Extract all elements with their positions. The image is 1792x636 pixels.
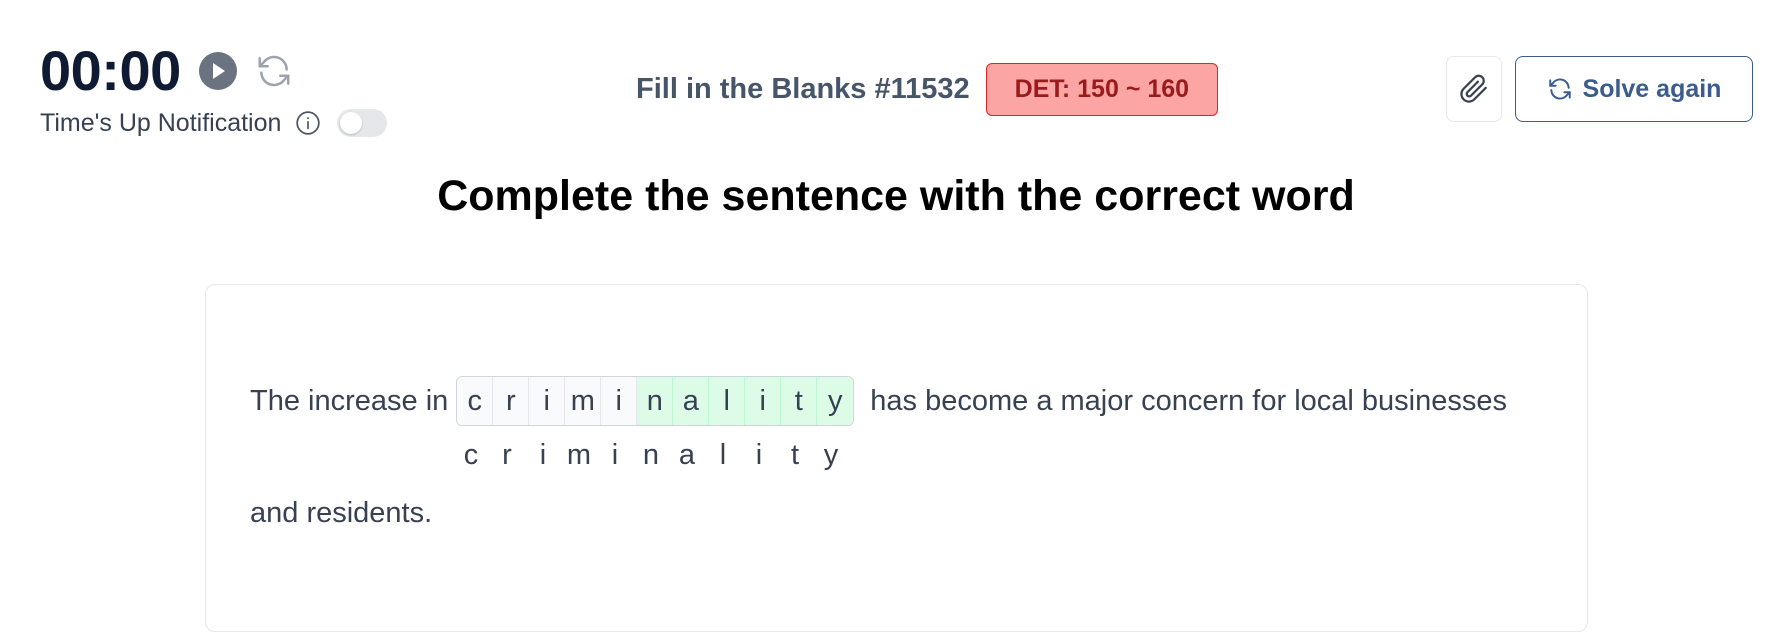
sentence-continuation: and residents. bbox=[250, 497, 433, 529]
sentence-before: The increase in bbox=[250, 384, 449, 417]
given-letter-cell: m bbox=[565, 377, 602, 425]
quiz-title: Fill in the Blanks #11532 bbox=[636, 72, 970, 105]
solve-again-label: Solve again bbox=[1582, 74, 1722, 103]
solve-again-button[interactable]: Solve again bbox=[1515, 56, 1753, 122]
answer-letter: y bbox=[823, 439, 839, 471]
answer-letter: a bbox=[678, 439, 696, 471]
answer-letter-cell[interactable]: n bbox=[637, 377, 674, 425]
answer-letter-cell[interactable]: y bbox=[817, 377, 854, 425]
reset-timer-button[interactable] bbox=[255, 52, 293, 90]
notification-toggle[interactable] bbox=[337, 109, 388, 137]
refresh-icon bbox=[255, 52, 293, 90]
timer-panel: 00:00 Time's Up Notification bbox=[40, 40, 388, 138]
sentence-line: The increase in criminality has become a… bbox=[250, 376, 1507, 426]
refresh-icon bbox=[1547, 76, 1573, 102]
times-up-notification-row: Time's Up Notification bbox=[40, 108, 388, 138]
answer-letter: m bbox=[566, 439, 592, 471]
sentence-after: has become a major concern for local bus… bbox=[870, 384, 1507, 417]
given-letter-cell: i bbox=[601, 377, 638, 425]
correct-answer: criminality bbox=[453, 437, 849, 473]
play-button[interactable] bbox=[198, 52, 237, 90]
paperclip-icon bbox=[1459, 74, 1489, 104]
play-icon bbox=[210, 62, 226, 80]
answer-letter-cell[interactable]: i bbox=[745, 377, 782, 425]
info-icon[interactable] bbox=[295, 110, 321, 136]
attach-button[interactable] bbox=[1446, 56, 1502, 122]
answer-letter: i bbox=[611, 439, 619, 471]
blank-word-input[interactable]: criminality bbox=[456, 376, 855, 426]
answer-letter: i bbox=[755, 439, 763, 471]
answer-letter: r bbox=[502, 439, 512, 471]
level-badge: DET: 150 ~ 160 bbox=[985, 62, 1219, 116]
given-letter-cell: r bbox=[493, 377, 530, 425]
answer-letter: i bbox=[539, 439, 547, 471]
timer-row: 00:00 bbox=[40, 40, 387, 102]
quiz-header: Fill in the Blanks #11532 DET: 150 ~ 160 bbox=[636, 62, 1219, 116]
answer-letter: t bbox=[790, 439, 800, 471]
given-letter-cell: c bbox=[457, 377, 494, 425]
answer-letter: n bbox=[642, 439, 660, 471]
notification-label: Time's Up Notification bbox=[40, 108, 282, 137]
timer-display: 00:00 bbox=[40, 39, 181, 102]
answer-letter-cell[interactable]: t bbox=[781, 377, 818, 425]
answer-letter: l bbox=[719, 439, 727, 471]
answer-letter: c bbox=[463, 439, 479, 471]
instruction-heading: Complete the sentence with the correct w… bbox=[437, 172, 1355, 220]
exercise-card: The increase in criminality has become a… bbox=[205, 284, 1588, 632]
given-letter-cell: i bbox=[529, 377, 566, 425]
answer-letter-cell[interactable]: a bbox=[673, 377, 710, 425]
answer-letter-cell[interactable]: l bbox=[709, 377, 746, 425]
toggle-knob bbox=[340, 112, 363, 134]
